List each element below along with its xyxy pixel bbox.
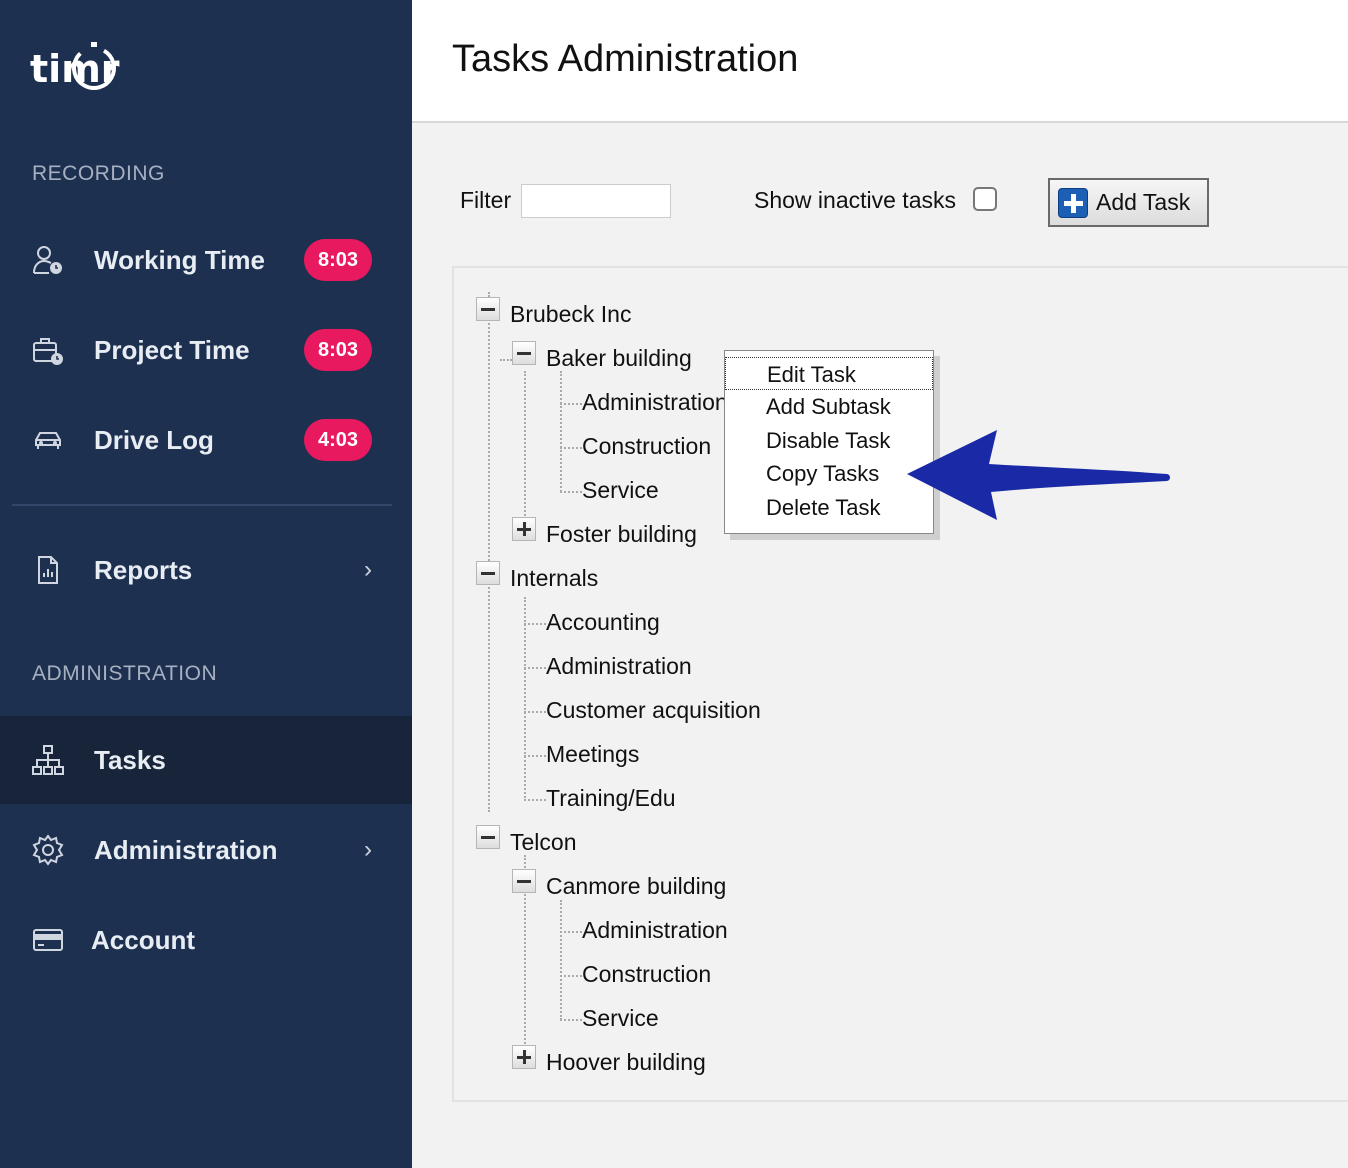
- collapse-toggle[interactable]: [476, 561, 500, 585]
- menu-item-copy-tasks[interactable]: Copy Tasks: [725, 457, 933, 490]
- tree-line: [524, 623, 546, 625]
- plus-icon: [1058, 187, 1088, 218]
- hierarchy-icon: [30, 742, 66, 778]
- tree-line: [560, 447, 582, 449]
- user-clock-icon: [30, 242, 66, 278]
- collapse-toggle[interactable]: [512, 341, 536, 365]
- sidebar-item-label: Project Time: [94, 334, 250, 365]
- sidebar-item-label: Administration: [94, 834, 278, 865]
- tree-line: [560, 491, 582, 493]
- menu-item-disable-task[interactable]: Disable Task: [725, 424, 933, 457]
- tree-node-accounting[interactable]: Accounting: [546, 609, 660, 636]
- collapse-toggle[interactable]: [512, 869, 536, 893]
- sidebar-item-reports[interactable]: Reports ›: [0, 526, 412, 614]
- sidebar-item-account[interactable]: Account: [0, 896, 412, 984]
- tree-line: [560, 900, 562, 1020]
- tree-line: [560, 931, 582, 933]
- tree-node-telcon[interactable]: Telcon: [510, 829, 576, 856]
- chevron-right-icon: ›: [364, 836, 372, 863]
- show-inactive-label: Show inactive tasks: [754, 187, 956, 213]
- tree-node-internals[interactable]: Internals: [510, 565, 598, 592]
- tree-line: [560, 1019, 582, 1021]
- project-time-badge: 8:03: [304, 329, 372, 371]
- tree-line: [560, 975, 582, 977]
- recording-section-label: RECORDING: [32, 162, 165, 185]
- sidebar-item-drive-log[interactable]: Drive Log 4:03: [0, 396, 412, 484]
- chevron-right-icon: ›: [364, 556, 372, 583]
- sidebar-item-label: Account: [91, 924, 195, 955]
- card-icon: [30, 922, 66, 958]
- expand-toggle[interactable]: [512, 517, 536, 541]
- working-time-badge: 8:03: [304, 239, 372, 281]
- sidebar-item-working-time[interactable]: Working Time 8:03: [0, 216, 412, 304]
- page-header: Tasks Administration: [412, 0, 1348, 123]
- sidebar-item-administration[interactable]: Administration ›: [0, 806, 412, 894]
- sidebar-divider: [12, 504, 392, 506]
- sidebar-item-label: Reports: [94, 554, 193, 585]
- collapse-toggle[interactable]: [476, 825, 500, 849]
- tree-node-baker[interactable]: Baker building: [546, 345, 692, 372]
- tree-node-hoover[interactable]: Hoover building: [546, 1049, 706, 1076]
- tree-line: [524, 667, 546, 669]
- report-icon: [30, 552, 66, 588]
- car-icon: [30, 422, 66, 458]
- add-task-label: Add Task: [1096, 189, 1191, 215]
- tree-node-training[interactable]: Training/Edu: [546, 785, 676, 812]
- tree-line: [560, 403, 582, 405]
- tree-node-canmore-administration[interactable]: Administration: [582, 917, 728, 944]
- tree-line: [524, 799, 546, 801]
- tree-node-canmore-service[interactable]: Service: [582, 1005, 659, 1032]
- administration-section-label: ADMINISTRATION: [32, 662, 218, 685]
- arrow-annotation-icon: [907, 430, 1170, 520]
- expand-toggle[interactable]: [512, 1045, 536, 1069]
- sidebar-item-label: Working Time: [94, 244, 265, 275]
- tree-node-baker-administration[interactable]: Administration: [582, 389, 726, 416]
- tree-line: [488, 292, 490, 812]
- tree-node-canmore[interactable]: Canmore building: [546, 873, 726, 900]
- sidebar-item-label: Tasks: [94, 744, 166, 775]
- filter-input[interactable]: [521, 184, 671, 218]
- sidebar-item-project-time[interactable]: Project Time 8:03: [0, 306, 412, 394]
- logo[interactable]: timr: [30, 40, 120, 101]
- tree-line: [500, 359, 512, 361]
- tree-node-customer-acquisition[interactable]: Customer acquisition: [546, 697, 761, 724]
- sidebar-item-tasks[interactable]: Tasks: [0, 716, 412, 804]
- main-content: Tasks Administration Filter Show inactiv…: [412, 0, 1348, 1168]
- tree-line: [524, 371, 526, 536]
- tree-node-internals-administration[interactable]: Administration: [546, 653, 692, 680]
- briefcase-clock-icon: [30, 332, 66, 368]
- drive-log-badge: 4:03: [304, 419, 372, 461]
- tree-node-brubeck[interactable]: Brubeck Inc: [510, 301, 631, 328]
- sidebar: timr RECORDING Working Time 8:03 Project…: [0, 0, 412, 1168]
- tree-line: [524, 711, 546, 713]
- tree-line: [524, 755, 546, 757]
- sidebar-item-label: Drive Log: [94, 424, 214, 455]
- tree-line: [560, 371, 562, 492]
- tree-node-baker-service[interactable]: Service: [582, 477, 659, 504]
- collapse-toggle[interactable]: [476, 297, 500, 321]
- tree-line: [524, 597, 526, 801]
- menu-item-add-subtask[interactable]: Add Subtask: [725, 390, 933, 423]
- add-task-button[interactable]: Add Task: [1048, 178, 1209, 227]
- tree-node-canmore-construction[interactable]: Construction: [582, 961, 711, 988]
- context-menu: Edit Task Add Subtask Disable Task Copy …: [724, 350, 934, 534]
- menu-item-edit-task[interactable]: Edit Task: [725, 357, 933, 390]
- show-inactive-checkbox[interactable]: [973, 187, 997, 211]
- timr-logo-icon: timr: [30, 42, 120, 91]
- tree-node-baker-construction[interactable]: Construction: [582, 433, 711, 460]
- gear-icon: [30, 832, 66, 868]
- filter-label: Filter: [460, 187, 512, 213]
- menu-item-delete-task[interactable]: Delete Task: [725, 491, 933, 524]
- tree-node-foster[interactable]: Foster building: [546, 521, 697, 548]
- tree-node-meetings[interactable]: Meetings: [546, 741, 639, 768]
- page-title: Tasks Administration: [452, 38, 799, 80]
